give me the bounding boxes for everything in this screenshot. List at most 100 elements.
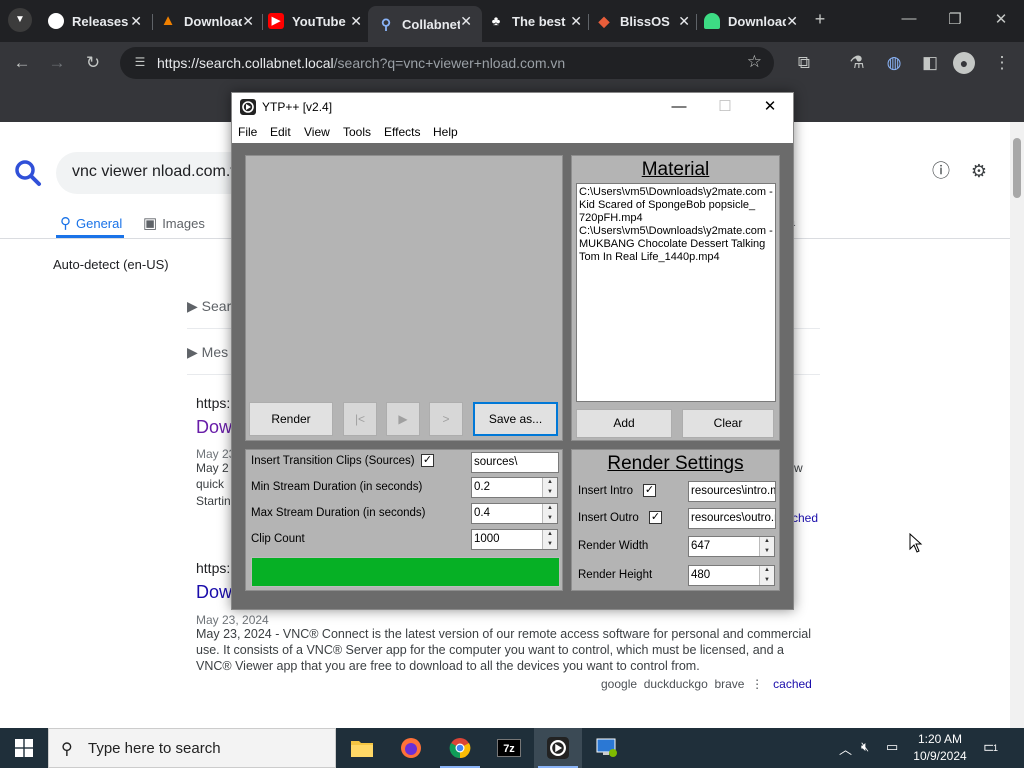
transition-checkbox[interactable]: ✓ — [421, 454, 434, 467]
stepper-arrows[interactable]: ▲ ▼ — [542, 504, 557, 523]
material-list[interactable]: C:\Users\vm5\Downloads\y2mate.com - Kid … — [576, 183, 776, 402]
stepper-arrows[interactable]: ▲ ▼ — [759, 537, 774, 556]
list-item[interactable]: C:\Users\vm5\Downloads\y2mate.com - Kid … — [579, 186, 773, 225]
save-as-button[interactable]: Save as... — [473, 402, 558, 436]
tab-search-button[interactable]: ▼ — [8, 8, 32, 32]
menu-effects[interactable]: Effects — [384, 125, 420, 139]
tab-releases[interactable]: Releases ✕ — [38, 6, 152, 36]
minimize-icon[interactable]: — — [897, 10, 921, 27]
taskbar-search-box[interactable]: ⚲ Type here to search — [48, 728, 336, 768]
start-button[interactable] — [0, 728, 48, 768]
menu-view[interactable]: View — [304, 125, 330, 139]
page-scrollbar[interactable] — [1010, 122, 1024, 728]
restore-icon[interactable]: ❐ — [943, 10, 967, 28]
close-tab-icon[interactable]: ✕ — [242, 13, 254, 30]
outro-path-field[interactable]: resources\outro.mp4 — [688, 508, 776, 529]
close-tab-icon[interactable]: ✕ — [460, 13, 472, 30]
system-clock[interactable]: 1:20 AM 10/9/2024 — [908, 731, 972, 765]
tab-youtube[interactable]: ▶ YouTube ✕ — [258, 6, 372, 36]
new-tab-button[interactable]: + — [810, 9, 830, 29]
tab-download-vlc[interactable]: ▲ Download ✕ — [150, 6, 264, 36]
site-info-icon[interactable]: ☰ — [132, 55, 148, 71]
side-panel-icon[interactable]: ◧ — [918, 52, 942, 74]
notification-center-icon[interactable]: ▭ 1 — [983, 737, 998, 757]
outro-checkbox[interactable]: ✓ — [649, 511, 662, 524]
transition-path-field[interactable]: sources\ — [471, 452, 559, 473]
clip-count-stepper[interactable]: 1000 ▲ ▼ — [471, 529, 558, 550]
info-icon[interactable]: ⓘ — [929, 159, 953, 183]
tab-general[interactable]: ⚲ General — [60, 214, 122, 232]
render-width-stepper[interactable]: 647 ▲ ▼ — [688, 536, 775, 557]
ytp-taskbar-icon[interactable] — [534, 728, 582, 768]
translate-extension-icon[interactable]: ◍ — [882, 52, 906, 74]
search-logo-icon[interactable] — [14, 159, 42, 187]
show-hidden-icons[interactable]: ︿ — [839, 739, 852, 758]
next-button[interactable]: > — [429, 402, 463, 436]
intro-checkbox[interactable]: ✓ — [643, 484, 656, 497]
settings-gear-icon[interactable]: ⚙ — [967, 159, 991, 183]
engine-link[interactable]: brave — [714, 677, 744, 691]
menu-tools[interactable]: Tools — [343, 125, 371, 139]
firefox-icon[interactable] — [387, 728, 435, 768]
locale-selector[interactable]: Auto-detect (en-US) — [53, 257, 169, 272]
result-url[interactable]: https: — [196, 560, 230, 576]
ytp-minimize-icon[interactable]: — — [656, 93, 702, 121]
render-button[interactable]: Render — [249, 402, 333, 436]
chrome-icon[interactable] — [436, 728, 484, 768]
scrollbar-thumb[interactable] — [1013, 138, 1021, 198]
clear-button[interactable]: Clear — [682, 409, 774, 438]
add-button[interactable]: Add — [576, 409, 672, 438]
remote-desktop-icon[interactable] — [583, 728, 631, 768]
tab-download-android[interactable]: Download ✕ — [694, 6, 808, 36]
close-tab-icon[interactable]: ✕ — [350, 13, 362, 30]
expander-messages[interactable]: ▶ Mes — [187, 344, 228, 361]
tab-images[interactable]: ▣ Images — [143, 214, 205, 232]
play-button[interactable]: ▶ — [386, 402, 420, 436]
engine-link[interactable]: duckduckgo — [644, 677, 708, 691]
close-window-icon[interactable]: ✕ — [989, 10, 1013, 28]
result-title[interactable]: Dow — [196, 417, 232, 438]
stepper-arrows[interactable]: ▲ ▼ — [542, 530, 557, 549]
close-tab-icon[interactable]: ✕ — [678, 13, 690, 30]
volume-muted-icon[interactable]: 🔇︎ — [861, 739, 869, 755]
engine-link[interactable]: google — [601, 677, 637, 691]
profile-avatar[interactable]: ● — [953, 52, 975, 74]
tab-collabnet[interactable]: ⚲ Collabnet ✕ — [368, 6, 482, 42]
labs-flask-icon[interactable]: ⚗ — [845, 52, 869, 74]
back-icon[interactable]: ← — [10, 52, 34, 74]
result-title[interactable]: Dow — [196, 582, 232, 603]
forward-icon[interactable]: → — [45, 52, 69, 74]
7zip-icon[interactable]: 7z — [485, 728, 533, 768]
result-cached-link[interactable]: ched — [792, 511, 818, 525]
intro-path-field[interactable]: resources\intro.mp4 — [688, 481, 776, 502]
close-tab-icon[interactable]: ✕ — [786, 13, 798, 30]
stepper-arrows[interactable]: ▲ ▼ — [542, 478, 557, 497]
extensions-icon[interactable]: ⧉ — [792, 52, 816, 74]
tab-the-best[interactable]: ♣ The best ✕ — [478, 6, 592, 36]
address-bar[interactable]: ☰ https://search.collabnet.local/search?… — [120, 47, 774, 79]
ytp-close-icon[interactable]: ✕ — [747, 93, 793, 121]
render-height-stepper[interactable]: 480 ▲ ▼ — [688, 565, 775, 586]
result-url[interactable]: https: — [196, 395, 230, 411]
max-duration-stepper[interactable]: 0.4 ▲ ▼ — [471, 503, 558, 524]
reload-icon[interactable]: ↻ — [81, 52, 105, 74]
min-duration-stepper[interactable]: 0.2 ▲ ▼ — [471, 477, 558, 498]
list-item[interactable]: C:\Users\vm5\Downloads\y2mate.com - MUKB… — [579, 225, 773, 264]
url-text[interactable]: https://search.collabnet.local/search?q=… — [157, 55, 565, 71]
close-tab-icon[interactable]: ✕ — [570, 13, 582, 30]
tab-blissos[interactable]: ◆ BlissOS ✕ — [586, 6, 700, 36]
menu-file[interactable]: File — [238, 125, 257, 139]
menu-help[interactable]: Help — [433, 125, 458, 139]
bookmark-star-icon[interactable]: ☆ — [747, 52, 762, 72]
expander-search[interactable]: ▶ Sear — [187, 298, 231, 315]
ytp-maximize-icon[interactable]: ☐ — [702, 93, 748, 121]
previous-button[interactable]: |< — [343, 402, 377, 436]
close-tab-icon[interactable]: ✕ — [130, 13, 142, 30]
menu-edit[interactable]: Edit — [270, 125, 291, 139]
stepper-arrows[interactable]: ▲ ▼ — [759, 566, 774, 585]
browser-menu-icon[interactable]: ⋮ — [990, 52, 1014, 74]
file-explorer-icon[interactable] — [338, 728, 386, 768]
network-icon[interactable]: ▭ — [886, 739, 898, 755]
ytp-titlebar[interactable]: YTP++ [v2.4] — ☐ ✕ — [232, 93, 793, 121]
result-cached-link[interactable]: cached — [773, 677, 812, 691]
